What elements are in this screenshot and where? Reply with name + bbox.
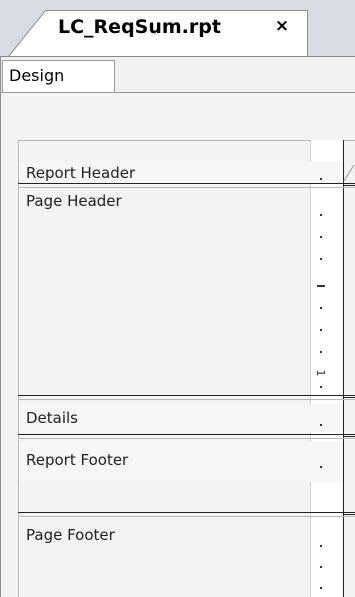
- ruler-tick: [320, 386, 322, 388]
- section-label-page-footer[interactable]: Page Footer: [26, 526, 115, 544]
- section-rule-details-lower: [18, 438, 355, 439]
- ruler-tick: [320, 545, 322, 547]
- section-rule-report-header[interactable]: [18, 183, 355, 184]
- section-panel-left-border: [18, 140, 19, 597]
- ruler-double-rule-details: [344, 436, 355, 437]
- ruler-right-border: [343, 140, 344, 597]
- section-label-report-footer[interactable]: Report Footer: [26, 451, 128, 469]
- ruler-tick: [320, 566, 322, 568]
- section-rule-report-header-lower: [18, 187, 355, 188]
- ruler-tick: [320, 587, 322, 589]
- canvas-left-border: [0, 93, 1, 597]
- tab-design-label: Design: [9, 66, 65, 85]
- ruler-tick: [320, 214, 322, 216]
- ruler-tick: [320, 466, 322, 468]
- section-rule-page-header[interactable]: [18, 395, 355, 396]
- ruler-tick: [320, 236, 322, 238]
- section-rule-details[interactable]: [18, 434, 355, 435]
- ruler-tick-major: [317, 285, 325, 287]
- ruler-tick: [320, 307, 322, 309]
- section-label-details[interactable]: Details: [26, 409, 78, 427]
- ruler-tick: [320, 351, 322, 353]
- document-tab-title[interactable]: LC_ReqSum.rpt: [58, 16, 221, 38]
- close-icon[interactable]: ×: [273, 17, 291, 35]
- section-rule-report-footer[interactable]: [18, 512, 355, 513]
- ruler-corner-icon: [343, 164, 355, 182]
- ruler-tick: [320, 258, 322, 260]
- ruler-inch-marker: 1: [314, 369, 327, 377]
- section-rule-page-header-lower: [18, 399, 355, 400]
- ruler-double-rule-report-header: [344, 185, 355, 186]
- ruler-double-rule-page-header: [344, 397, 355, 398]
- section-label-page-header[interactable]: Page Header: [26, 192, 122, 210]
- section-rule-report-footer-lower: [18, 516, 355, 517]
- section-label-report-header[interactable]: Report Header: [26, 164, 135, 182]
- tab-design[interactable]: Design: [2, 60, 115, 92]
- ruler-tick: [320, 329, 322, 331]
- canvas-top-rule: [18, 140, 355, 141]
- ruler-double-rule-report-footer: [344, 514, 355, 515]
- ruler-tick: [320, 178, 322, 180]
- document-tab-slant: [8, 10, 46, 57]
- ruler-tick: [320, 424, 322, 426]
- ruler-left-border: [310, 140, 311, 597]
